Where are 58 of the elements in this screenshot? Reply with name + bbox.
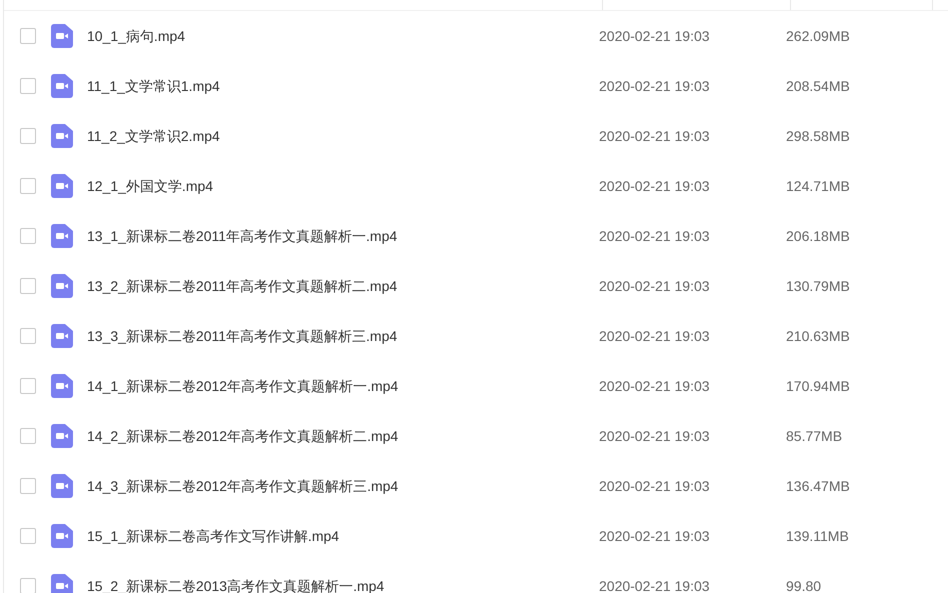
checkbox[interactable]	[20, 428, 36, 444]
file-name[interactable]: 13_1_新课标二卷2011年高考作文真题解析一.mp4	[87, 226, 599, 246]
checkbox[interactable]	[20, 28, 36, 44]
video-file-icon	[51, 524, 73, 548]
modified-date: 2020-02-21 19:03	[599, 526, 711, 546]
file-name[interactable]: 14_1_新课标二卷2012年高考作文真题解析一.mp4	[87, 376, 599, 396]
file-name[interactable]: 13_3_新课标二卷2011年高考作文真题解析三.mp4	[87, 326, 599, 346]
modified-date: 2020-02-21 19:03	[599, 326, 711, 346]
file-name[interactable]: 14_3_新课标二卷2012年高考作文真题解析三.mp4	[87, 476, 599, 496]
modified-date: 2020-02-21 19:03	[599, 476, 711, 496]
modified-date: 2020-02-21 19:03	[599, 126, 711, 146]
modified-date: 2020-02-21 19:03	[599, 226, 711, 246]
file-size: 130.79MB	[786, 276, 850, 296]
modified-date: 2020-02-21 19:03	[599, 376, 711, 396]
checkbox[interactable]	[20, 178, 36, 194]
video-file-icon	[51, 124, 73, 148]
file-name[interactable]: 11_2_文学常识2.mp4	[87, 126, 599, 146]
file-size: 124.71MB	[786, 176, 850, 196]
checkbox[interactable]	[20, 128, 36, 144]
video-file-icon	[51, 24, 73, 48]
video-file-icon	[51, 424, 73, 448]
file-size: 298.58MB	[786, 126, 850, 146]
file-name[interactable]: 15_1_新课标二卷高考作文写作讲解.mp4	[87, 526, 599, 546]
modified-date: 2020-02-21 19:03	[599, 276, 711, 296]
video-file-icon	[51, 174, 73, 198]
modified-date: 2020-02-21 19:03	[599, 176, 711, 196]
file-size: 262.09MB	[786, 26, 850, 46]
file-name[interactable]: 14_2_新课标二卷2012年高考作文真题解析二.mp4	[87, 426, 599, 446]
video-file-icon	[51, 224, 73, 248]
checkbox[interactable]	[20, 578, 36, 593]
video-file-icon	[51, 324, 73, 348]
file-name[interactable]: 12_1_外国文学.mp4	[87, 176, 599, 196]
file-name[interactable]: 13_2_新课标二卷2011年高考作文真题解析二.mp4	[87, 276, 599, 296]
file-size: 208.54MB	[786, 76, 850, 96]
file-size: 206.18MB	[786, 226, 850, 246]
file-size: 210.63MB	[786, 326, 850, 346]
modified-date: 2020-02-21 19:03	[599, 576, 711, 593]
file-size: 139.11MB	[786, 526, 849, 546]
video-file-icon	[51, 474, 73, 498]
checkbox[interactable]	[20, 78, 36, 94]
file-size: 85.77MB	[786, 426, 842, 446]
file-size: 136.47MB	[786, 476, 850, 496]
checkbox[interactable]	[20, 328, 36, 344]
file-size: 170.94MB	[786, 376, 850, 396]
checkbox[interactable]	[20, 478, 36, 494]
file-name[interactable]: 10_1_病句.mp4	[87, 26, 599, 46]
checkbox[interactable]	[20, 228, 36, 244]
video-file-icon	[51, 74, 73, 98]
video-file-icon	[51, 274, 73, 298]
modified-date: 2020-02-21 19:03	[599, 426, 711, 446]
checkbox[interactable]	[20, 278, 36, 294]
file-name[interactable]: 11_1_文学常识1.mp4	[87, 76, 599, 96]
modified-date: 2020-02-21 19:03	[599, 26, 711, 46]
modified-date: 2020-02-21 19:03	[599, 76, 711, 96]
file-size: 99.80	[786, 576, 822, 593]
video-file-icon	[51, 374, 73, 398]
checkbox[interactable]	[20, 528, 36, 544]
checkbox[interactable]	[20, 378, 36, 394]
